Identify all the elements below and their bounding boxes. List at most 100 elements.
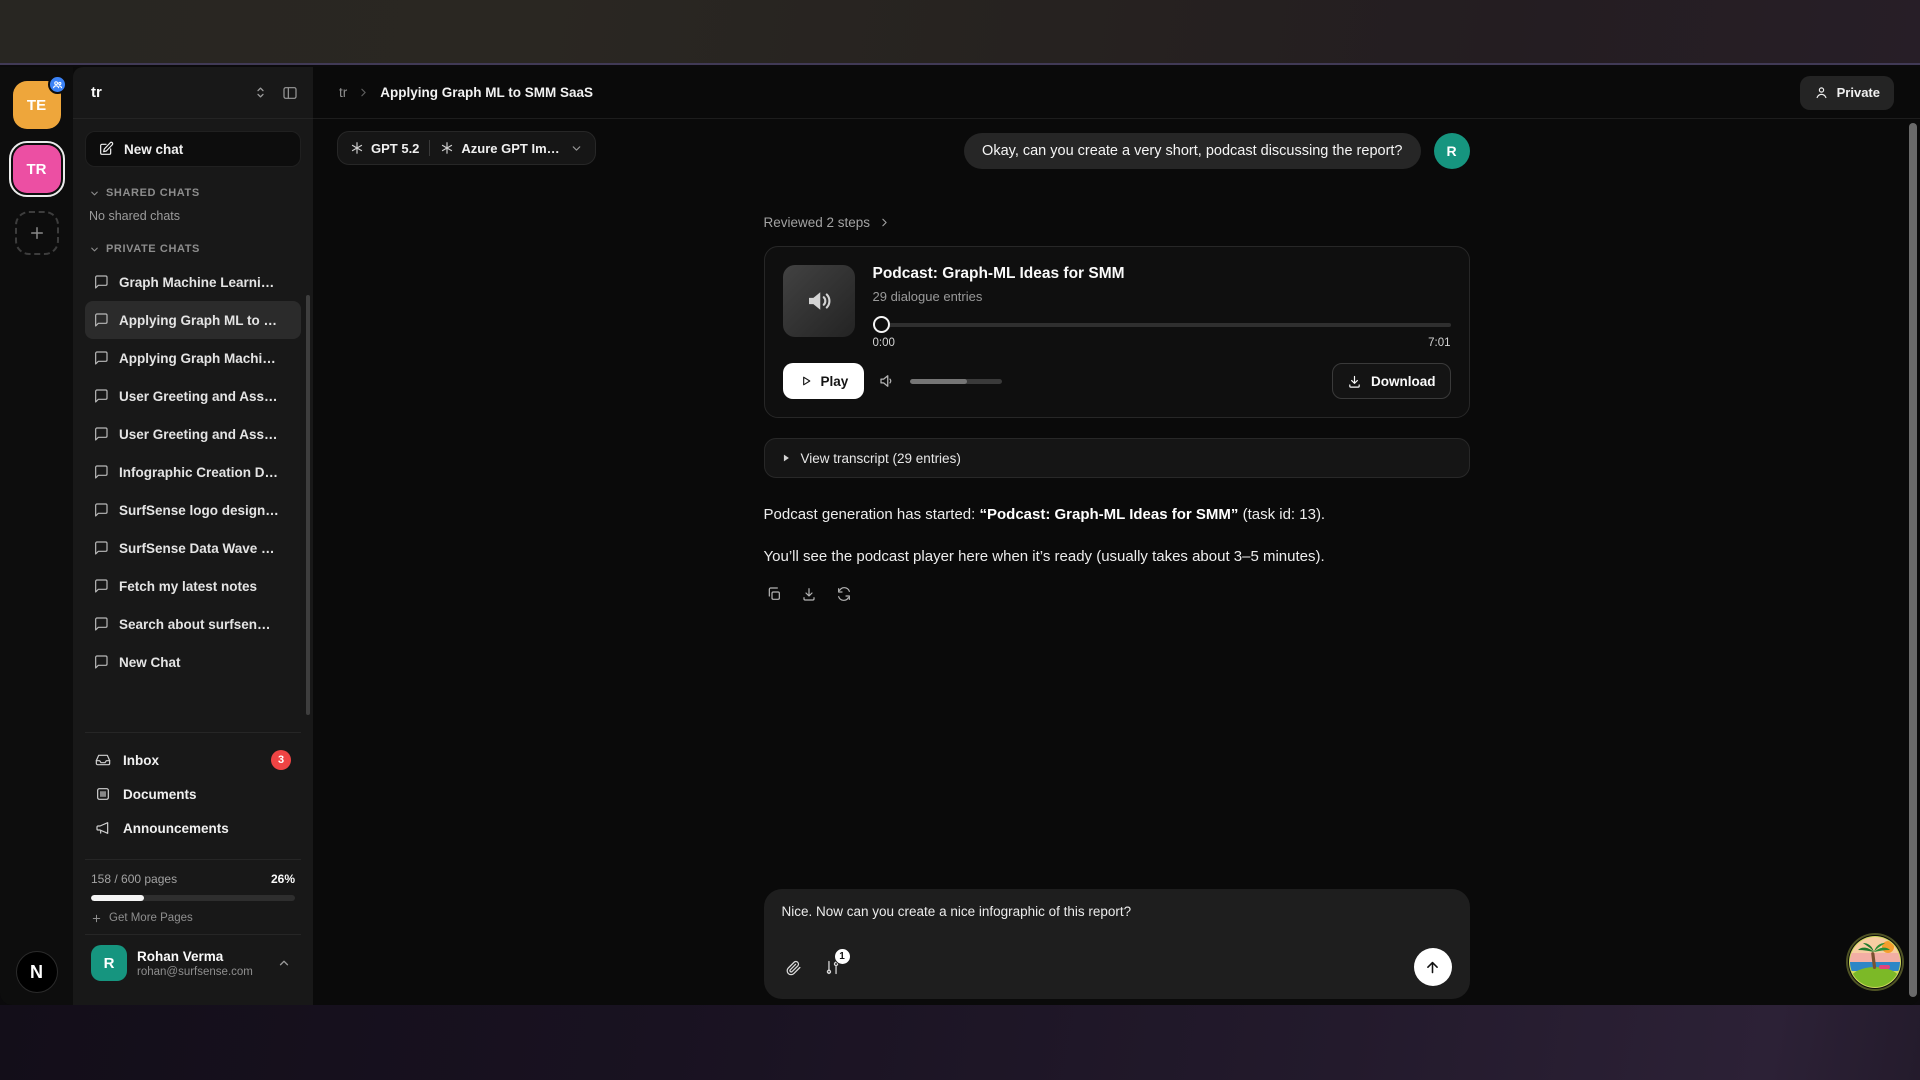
chat-item[interactable]: User Greeting and Ass… (85, 377, 301, 415)
chat-item[interactable]: SurfSense logo design… (85, 491, 301, 529)
divider (429, 140, 430, 156)
transcript-toggle[interactable]: View transcript (29 entries) (764, 438, 1470, 478)
plus-icon (28, 224, 46, 242)
copy-icon (766, 586, 782, 602)
private-chats-label: PRIVATE CHATS (106, 243, 200, 255)
chat-bubble-icon (93, 502, 109, 518)
chat-bubble-icon (93, 312, 109, 328)
user-menu[interactable]: R Rohan Verma rohan@surfsense.com (85, 934, 301, 993)
chat-item[interactable]: Infographic Creation D… (85, 453, 301, 491)
chat-bubble-icon (93, 578, 109, 594)
chat-item[interactable]: New Chat (85, 643, 301, 681)
chat-item[interactable]: Graph Machine Learni… (85, 263, 301, 301)
private-chats-section[interactable]: PRIVATE CHATS (89, 243, 297, 255)
browser-extension-badge[interactable] (1848, 935, 1902, 989)
new-chat-label: New chat (124, 142, 183, 157)
transcript-label: View transcript (29 entries) (801, 451, 961, 466)
sidebar-toggle-button[interactable] (279, 82, 301, 104)
tools-button[interactable]: 1 (821, 956, 844, 979)
usage-meter: 158 / 600 pages 26% Get More Pages (85, 859, 301, 934)
reviewed-steps-label: Reviewed 2 steps (764, 215, 871, 230)
sidebar-item-inbox[interactable]: Inbox 3 (89, 743, 297, 777)
n-logo-letter: N (30, 962, 43, 983)
podcast-artwork (783, 265, 855, 337)
play-button[interactable]: Play (783, 363, 865, 399)
sidebar-item-announcements[interactable]: Announcements (89, 811, 297, 845)
download-button[interactable]: Download (1332, 363, 1451, 399)
chat-bubble-icon (93, 540, 109, 556)
sidebar-scrollbar[interactable] (306, 295, 310, 715)
paperclip-icon (785, 959, 802, 976)
seek-slider[interactable] (873, 316, 1451, 334)
sidebar-body: New chat SHARED CHATS No shared chats PR… (73, 119, 313, 1005)
avatar-initial: R (104, 955, 115, 972)
workspace-name: tr (91, 84, 242, 101)
main-panel: tr Applying Graph ML to SMM SaaS Private… (313, 67, 1920, 1005)
breadcrumb-current: Applying Graph ML to SMM SaaS (380, 85, 593, 100)
workspace-switcher-button[interactable] (250, 82, 271, 103)
model-primary-label: GPT 5.2 (371, 141, 419, 156)
breadcrumb-root[interactable]: tr (339, 85, 347, 100)
chat-item-active[interactable]: Applying Graph ML to … (85, 301, 301, 339)
chat-item[interactable]: User Greeting and Ass… (85, 415, 301, 453)
usage-progress-track (91, 895, 295, 901)
plus-icon (91, 913, 102, 924)
no-shared-chats-note: No shared chats (89, 209, 297, 223)
get-more-pages-label: Get More Pages (109, 912, 193, 924)
composer[interactable]: Nice. Now can you create a nice infograp… (764, 889, 1470, 999)
model-secondary[interactable]: Azure GPT Im… (440, 141, 559, 156)
chat-item[interactable]: Search about surfsen… (85, 605, 301, 643)
chat-item[interactable]: Applying Graph Machi… (85, 339, 301, 377)
chat-bubble-icon (93, 274, 109, 290)
composer-toolbar: 1 (782, 948, 1452, 986)
message-actions (764, 584, 1470, 604)
inbox-icon (95, 752, 111, 768)
chat-item-label: Infographic Creation D… (119, 465, 278, 480)
play-label: Play (821, 374, 849, 389)
chat-bubble-icon (93, 616, 109, 632)
regenerate-button[interactable] (834, 584, 854, 604)
privacy-button[interactable]: Private (1800, 76, 1894, 110)
shared-chats-section[interactable]: SHARED CHATS (89, 187, 297, 199)
chat-item-label: New Chat (119, 655, 181, 670)
openai-icon (350, 141, 364, 155)
person-icon (1814, 85, 1829, 100)
download-message-button[interactable] (799, 584, 819, 604)
workspace-te-button[interactable]: TE (13, 81, 61, 129)
add-workspace-button[interactable] (15, 211, 59, 255)
chevron-right-icon (357, 86, 370, 99)
copy-button[interactable] (764, 584, 784, 604)
sidebar-item-documents[interactable]: Documents (89, 777, 297, 811)
nextjs-dev-indicator[interactable]: N (16, 951, 58, 993)
reviewed-steps-toggle[interactable]: Reviewed 2 steps (764, 215, 892, 230)
volume-icon[interactable] (878, 372, 896, 390)
volume-slider[interactable] (910, 379, 1002, 384)
main-scrollbar[interactable] (1909, 123, 1917, 997)
megaphone-icon (95, 820, 111, 836)
desktop-bottom-band (0, 1005, 1920, 1080)
chat-item[interactable]: Fetch my latest notes (85, 567, 301, 605)
sidebar-header: tr (73, 67, 313, 119)
model-selector[interactable]: GPT 5.2 Azure GPT Im… (337, 131, 596, 165)
chat-item[interactable]: SurfSense Data Wave … (85, 529, 301, 567)
sidebar: tr New chat SHARED CHATS No shared chats (73, 67, 313, 1005)
message-bold-text: “Podcast: Graph-ML Ideas for SMM” (979, 506, 1238, 523)
chat-item-label: Search about surfsen… (119, 617, 271, 632)
composer-input[interactable]: Nice. Now can you create a nice infograp… (782, 904, 1452, 919)
download-icon (1347, 374, 1362, 389)
new-chat-button[interactable]: New chat (85, 131, 301, 167)
seek-handle[interactable] (873, 316, 890, 333)
download-label: Download (1371, 374, 1436, 389)
chat-item-label: User Greeting and Ass… (119, 427, 278, 442)
podcast-controls: Play (783, 363, 1451, 399)
send-button[interactable] (1414, 948, 1452, 986)
chat-bubble-icon (93, 426, 109, 442)
shared-chats-label: SHARED CHATS (106, 187, 200, 199)
chevron-down-icon (89, 188, 100, 199)
attach-button[interactable] (782, 956, 805, 979)
workspace-tr-button[interactable]: TR (13, 145, 61, 193)
get-more-pages-button[interactable]: Get More Pages (91, 912, 193, 924)
assistant-message-1: Podcast generation has started: “Podcast… (764, 504, 1470, 526)
openai-icon (440, 141, 454, 155)
model-primary[interactable]: GPT 5.2 (350, 141, 419, 156)
